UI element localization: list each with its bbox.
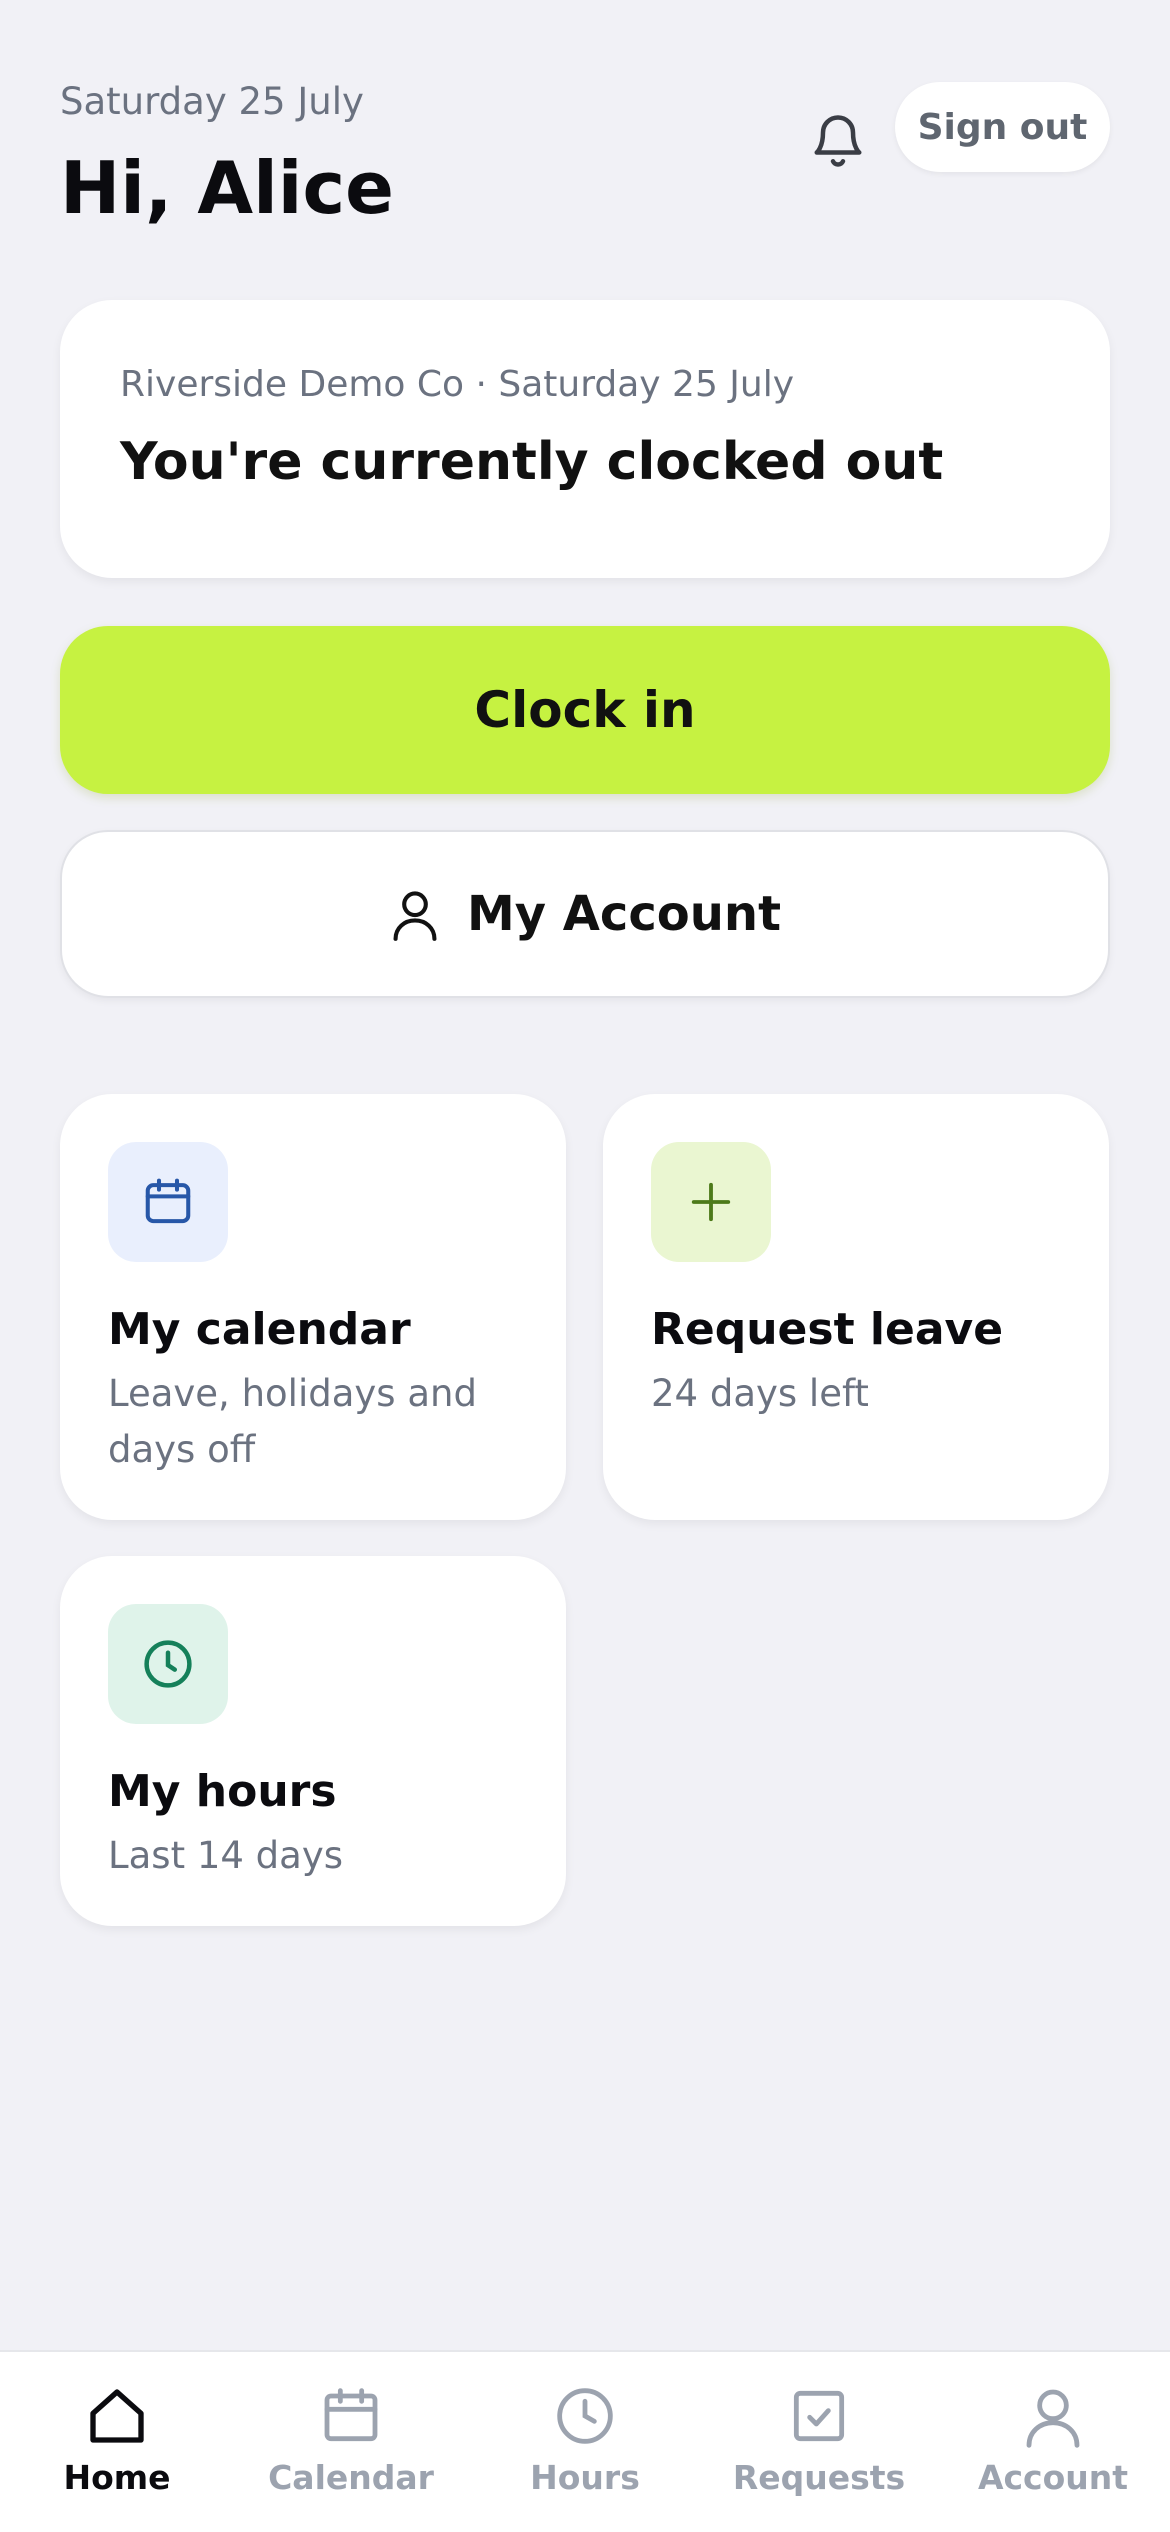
clock-icon (144, 1640, 192, 1688)
tile-title: My calendar (108, 1304, 411, 1355)
home-icon (90, 2389, 144, 2443)
calendar-icon (324, 2388, 378, 2442)
nav-label: Requests (732, 2458, 906, 2497)
notifications-button[interactable] (790, 92, 886, 188)
person-icon (1026, 2389, 1080, 2448)
tile-subtitle: 24 days left (651, 1372, 869, 1415)
tile-icon-container (108, 1142, 228, 1262)
tile-subtitle: Leave, holidays and days off (108, 1372, 477, 1471)
status-title: You're currently clocked out (120, 432, 944, 492)
tile-title: My hours (108, 1766, 337, 1817)
tile-title: Request leave (651, 1304, 1004, 1355)
clock-in-button[interactable]: Clock in (60, 626, 1110, 794)
checkbox-icon (793, 2390, 845, 2442)
request-leave-tile[interactable]: Request leave 24 days left (603, 1094, 1109, 1520)
clock-icon (557, 2388, 613, 2444)
calendar-icon (145, 1178, 191, 1224)
nav-label: Account (977, 2458, 1129, 2497)
nav-label: Calendar (268, 2458, 434, 2497)
nav-item-calendar[interactable]: Calendar (234, 2352, 468, 2532)
header: Saturday 25 July Hi, Alice Sign out (60, 78, 1110, 238)
person-icon (393, 891, 437, 941)
tile-icon-container (108, 1604, 228, 1724)
sign-out-button[interactable]: Sign out (895, 82, 1110, 172)
bottom-nav: Home Calendar Hours Requests Account (0, 2350, 1170, 2532)
plus-icon (691, 1182, 731, 1222)
nav-item-account[interactable]: Account (936, 2352, 1170, 2532)
nav-item-hours[interactable]: Hours (468, 2352, 702, 2532)
my-account-button[interactable]: My Account (60, 830, 1110, 998)
clock-in-label: Clock in (474, 681, 696, 739)
tile-subtitle: Last 14 days (108, 1834, 344, 1877)
tile-icon-container (651, 1142, 771, 1262)
status-subtitle: Riverside Demo Co · Saturday 25 July (120, 364, 795, 405)
my-calendar-tile[interactable]: My calendar Leave, holidays and days off (60, 1094, 566, 1520)
sign-out-label: Sign out (917, 106, 1088, 148)
nav-item-requests[interactable]: Requests (702, 2352, 936, 2532)
my-account-label: My Account (466, 886, 782, 942)
nav-label: Hours (530, 2458, 640, 2497)
nav-item-home[interactable]: Home (0, 2352, 234, 2532)
nav-label: Home (63, 2458, 171, 2497)
my-hours-tile[interactable]: My hours Last 14 days (60, 1556, 566, 1926)
bell-icon (814, 115, 862, 167)
clock-status-card: Riverside Demo Co · Saturday 25 July You… (60, 300, 1110, 578)
